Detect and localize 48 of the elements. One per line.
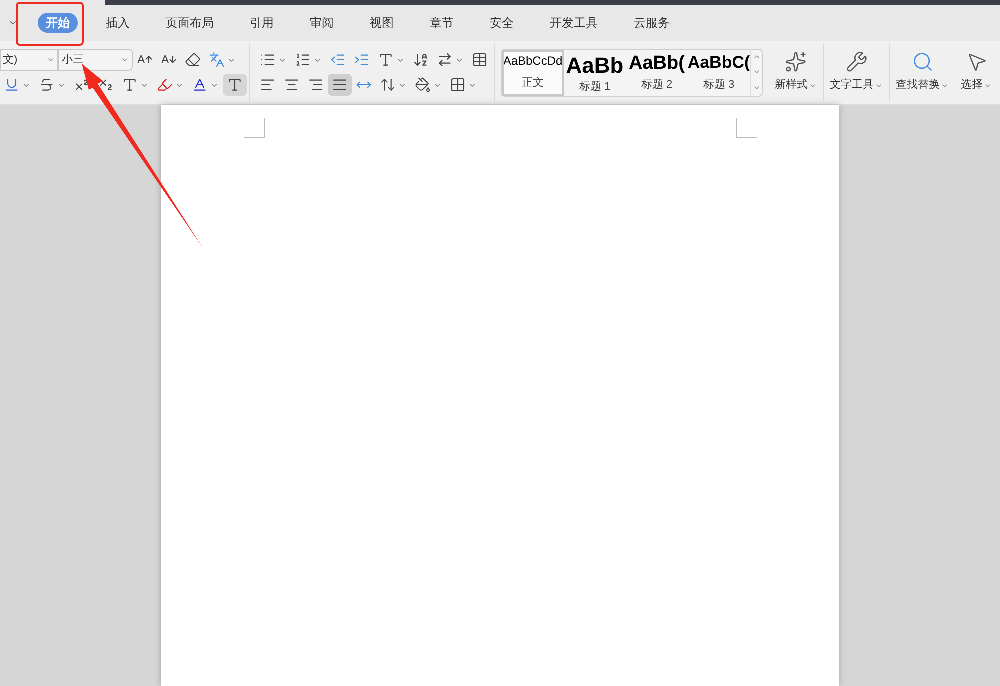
superscript-icon[interactable] <box>74 77 90 93</box>
margin-corner-mark <box>244 118 265 138</box>
tool-button[interactable]: 查找替换 <box>896 77 949 94</box>
align-button[interactable] <box>328 74 352 96</box>
align-icon <box>308 77 324 93</box>
font-size-field[interactable]: 小三 <box>58 49 133 71</box>
table-icon[interactable] <box>472 52 488 68</box>
dropdown-caret-icon[interactable] <box>47 56 55 64</box>
margin-corner-mark <box>736 118 757 138</box>
dropdown-caret-icon[interactable] <box>121 56 129 64</box>
style-option[interactable]: AaBbC( 标题 3 <box>688 50 750 96</box>
paint-bucket-icon[interactable] <box>415 77 431 93</box>
highlighter-icon[interactable] <box>157 77 173 93</box>
tool-button[interactable]: 文字工具 <box>830 77 883 94</box>
menu-tab[interactable]: 安全 <box>482 13 522 33</box>
menu-tab[interactable]: 章节 <box>422 13 462 33</box>
line-spacing-icon[interactable] <box>380 77 396 93</box>
search-icon[interactable] <box>912 51 934 74</box>
menu-tab[interactable]: 引用 <box>242 13 282 33</box>
font-color-icon[interactable] <box>192 77 208 93</box>
numbered-list-icon[interactable] <box>295 52 311 68</box>
font-name-field[interactable]: 文) <box>0 49 58 71</box>
increase-indent-icon[interactable] <box>354 52 370 68</box>
menu-tab[interactable]: 视图 <box>362 13 402 33</box>
align-icon <box>260 77 276 93</box>
underline-icon[interactable] <box>4 77 20 93</box>
style-option[interactable]: AaBb( 标题 2 <box>626 50 688 96</box>
menu-tab[interactable]: 插入 <box>98 13 138 33</box>
wrench-icon[interactable] <box>846 51 868 74</box>
character-shading-icon[interactable] <box>227 77 243 93</box>
tool-button[interactable]: 新样式 <box>775 77 817 94</box>
menu-tab[interactable]: 页面布局 <box>158 13 222 33</box>
align-icon <box>332 77 348 93</box>
highlight-frame <box>16 2 84 46</box>
align-icon <box>284 77 300 93</box>
decrease-indent-icon[interactable] <box>330 52 346 68</box>
sort-icon[interactable] <box>413 52 429 68</box>
text-effect-icon[interactable] <box>122 77 138 93</box>
menu-tab[interactable]: 云服务 <box>626 13 678 33</box>
tool-button[interactable]: 选择 <box>961 77 992 94</box>
menu-tab[interactable]: 审阅 <box>302 13 342 33</box>
menu-tab[interactable]: 开发工具 <box>542 13 606 33</box>
borders-icon[interactable] <box>450 77 466 93</box>
swap-icon[interactable] <box>437 52 453 68</box>
subscript-icon[interactable] <box>98 77 114 93</box>
strikethrough-icon[interactable] <box>39 77 55 93</box>
eraser-icon[interactable] <box>185 52 201 68</box>
style-option[interactable]: AaBb 标题 1 <box>564 50 626 96</box>
